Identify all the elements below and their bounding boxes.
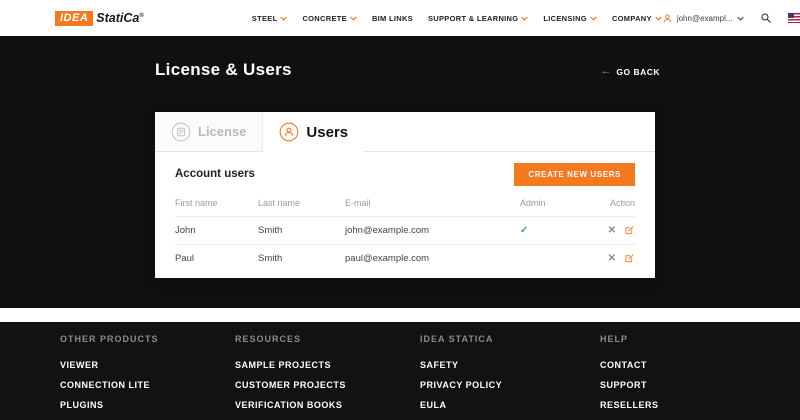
footer-link-safety[interactable]: SAFETY [420, 360, 600, 370]
account-menu[interactable]: john@exampl... [662, 13, 744, 24]
footer-col-title: OTHER PRODUCTS [60, 334, 235, 344]
account-email: john@exampl... [677, 14, 733, 23]
search-icon [760, 12, 772, 24]
table-header-row: First name Last name E-mail Admin Action [175, 194, 635, 217]
col-admin: Admin [520, 194, 590, 217]
logo-idea-box: IDEA [55, 11, 93, 26]
footer-link-plugins[interactable]: PLUGINS [60, 400, 235, 410]
tab-bar: License Users [155, 112, 655, 152]
footer-link-eula[interactable]: EULA [420, 400, 600, 410]
footer-col-idea-statica: IDEA STATICA SAFETY PRIVACY POLICY EULA [420, 334, 600, 420]
cell-first-name: Paul [175, 245, 258, 273]
tab-license[interactable]: License [155, 112, 263, 152]
footer-link-contact[interactable]: CONTACT [600, 360, 659, 370]
main-nav: STEEL CONCRETE BIM LINKS SUPPORT & LEARN… [252, 14, 662, 23]
chevron-down-icon [280, 16, 287, 21]
nav-item-licensing[interactable]: LICENSING [543, 14, 597, 23]
col-action: Action [590, 194, 635, 217]
page-title: License & Users [155, 60, 292, 80]
footer-link-sample-projects[interactable]: SAMPLE PROJECTS [235, 360, 420, 370]
chevron-down-icon [521, 16, 528, 21]
tab-bar-filler [364, 112, 655, 152]
nav-item-steel[interactable]: STEEL [252, 14, 288, 23]
admin-check-icon: ✓ [520, 225, 528, 236]
table-row: John Smith john@example.com ✓ ✕ [175, 217, 635, 245]
chevron-down-icon [737, 16, 744, 21]
user-icon [662, 13, 673, 24]
footer-col-other-products: OTHER PRODUCTS VIEWER CONNECTION LITE PL… [60, 334, 235, 420]
us-flag-icon [788, 13, 800, 23]
cell-email: john@example.com [345, 217, 520, 245]
footer-link-privacy-policy[interactable]: PRIVACY POLICY [420, 380, 600, 390]
footer-col-help: HELP CONTACT SUPPORT RESELLERS [600, 334, 659, 420]
delete-user-icon[interactable]: ✕ [608, 253, 616, 264]
logo[interactable]: IDEA StatiCa® [55, 11, 144, 26]
create-new-users-button[interactable]: CREATE NEW USERS [514, 163, 635, 186]
go-back-button[interactable]: ← GO BACK [600, 66, 660, 77]
registered-mark: ® [139, 13, 143, 19]
panel-title: Account users [175, 168, 255, 180]
table-row: Paul Smith paul@example.com ✕ [175, 245, 635, 273]
footer: OTHER PRODUCTS VIEWER CONNECTION LITE PL… [0, 322, 800, 420]
col-email: E-mail [345, 194, 520, 217]
footer-link-connection-lite[interactable]: CONNECTION LITE [60, 380, 235, 390]
footer-link-resellers[interactable]: RESELLERS [600, 400, 659, 410]
license-users-card: License Users Account users CREATE NEW U… [155, 112, 655, 278]
back-arrow-icon: ← [600, 66, 611, 77]
cell-last-name: Smith [258, 217, 345, 245]
footer-link-support[interactable]: SUPPORT [600, 380, 659, 390]
edit-user-icon[interactable] [624, 225, 635, 236]
account-users-panel: Account users CREATE NEW USERS First nam… [155, 152, 655, 278]
footer-col-title: IDEA STATICA [420, 334, 600, 344]
edit-user-icon[interactable] [624, 253, 635, 264]
cell-last-name: Smith [258, 245, 345, 273]
nav-item-company[interactable]: COMPANY [612, 14, 662, 23]
users-icon [279, 122, 299, 142]
footer-col-title: HELP [600, 334, 659, 344]
users-table: First name Last name E-mail Admin Action… [175, 194, 635, 272]
footer-col-resources: RESOURCES SAMPLE PROJECTS CUSTOMER PROJE… [235, 334, 420, 420]
footer-link-verification-books[interactable]: VERIFICATION BOOKS [235, 400, 420, 410]
footer-link-viewer[interactable]: VIEWER [60, 360, 235, 370]
chevron-down-icon [590, 16, 597, 21]
footer-col-title: RESOURCES [235, 334, 420, 344]
chevron-down-icon [655, 16, 662, 21]
nav-item-support-learning[interactable]: SUPPORT & LEARNING [428, 14, 528, 23]
header-right: john@exampl... [662, 12, 800, 24]
nav-item-concrete[interactable]: CONCRETE [302, 14, 357, 23]
license-icon [171, 122, 191, 142]
language-selector[interactable] [788, 13, 800, 23]
tab-users[interactable]: Users [263, 112, 364, 152]
nav-item-bim-links[interactable]: BIM LINKS [372, 14, 413, 23]
chevron-down-icon [350, 16, 357, 21]
cell-first-name: John [175, 217, 258, 245]
search-button[interactable] [760, 12, 772, 24]
logo-statica-text: StatiCa® [96, 11, 144, 25]
cell-email: paul@example.com [345, 245, 520, 273]
content-footer-gap [0, 308, 800, 322]
col-first-name: First name [175, 194, 258, 217]
delete-user-icon[interactable]: ✕ [608, 225, 616, 236]
footer-link-customer-projects[interactable]: CUSTOMER PROJECTS [235, 380, 420, 390]
hero-section: License & Users ← GO BACK License Users … [0, 36, 800, 308]
top-header: IDEA StatiCa® STEEL CONCRETE BIM LINKS S… [0, 0, 800, 36]
col-last-name: Last name [258, 194, 345, 217]
